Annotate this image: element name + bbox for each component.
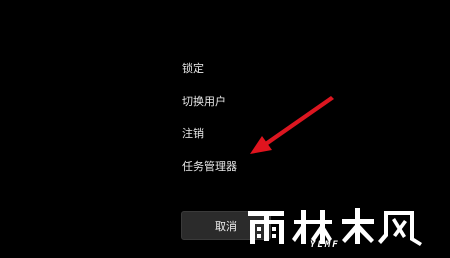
menu-item-switch-user[interactable]: 切换用户 xyxy=(182,95,226,109)
watermark-subtitle: YLMF xyxy=(310,240,340,250)
menu-item-task-manager[interactable]: 任务管理器 xyxy=(182,160,237,174)
menu-item-sign-out[interactable]: 注销 xyxy=(182,127,204,141)
menu-item-lock[interactable]: 锁定 xyxy=(182,62,204,76)
watermark-logo: YLMF xyxy=(238,202,450,258)
watermark-glyphs xyxy=(248,208,422,246)
